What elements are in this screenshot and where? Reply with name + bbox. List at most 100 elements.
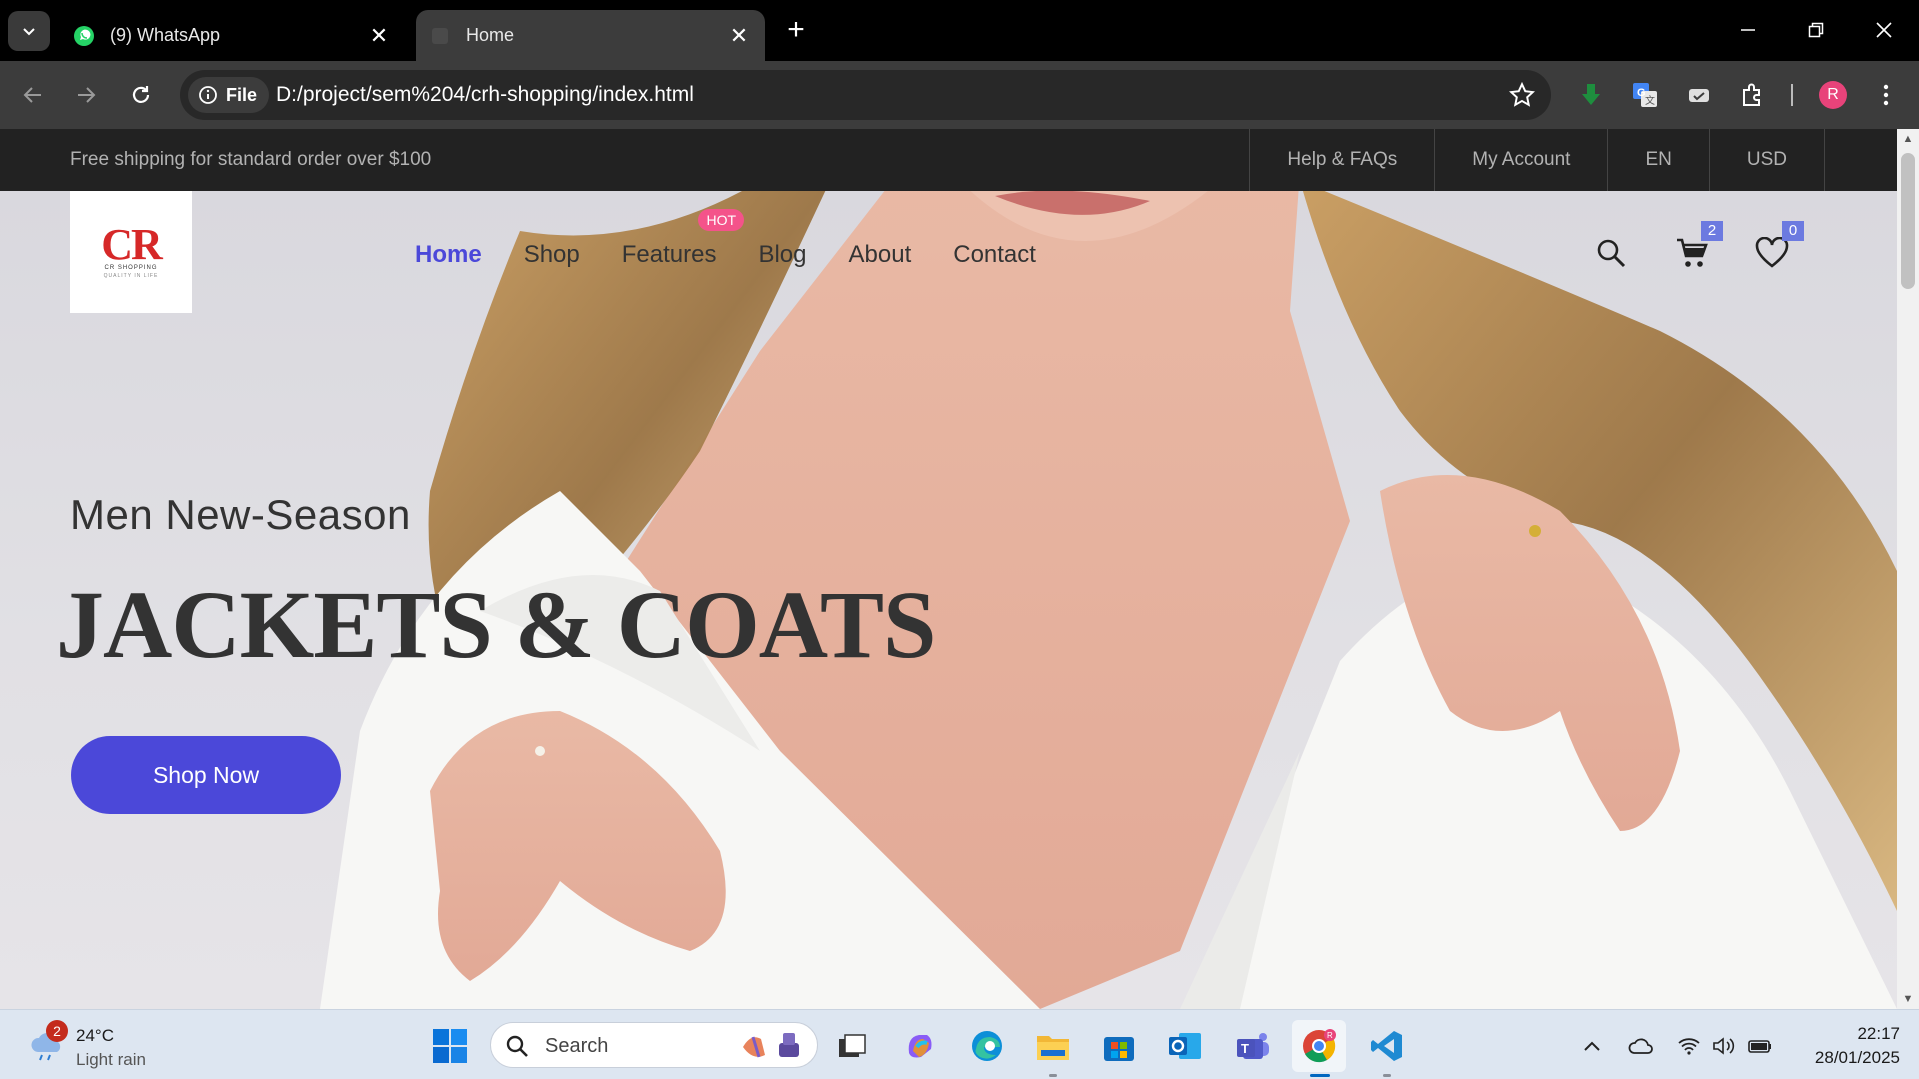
system-clock[interactable]: 22:17 28/01/2025 [1790,1022,1900,1070]
minimize-icon [1741,29,1755,31]
nav-item-blog[interactable]: Blog [758,239,806,271]
currency-selector[interactable]: USD [1708,129,1825,191]
page-icon [428,24,452,48]
google-translate-icon[interactable]: G文 [1629,79,1661,111]
reload-button[interactable] [119,73,163,117]
running-indicator [1049,1074,1057,1077]
vscode-icon[interactable] [1367,1026,1407,1066]
wishlist-count-badge: 0 [1782,221,1804,241]
address-bar[interactable]: File D:/project/sem%204/crh-shopping/ind… [180,70,1551,120]
clock-time: 22:17 [1857,1024,1900,1043]
help-faqs-link[interactable]: Help & FAQs [1249,129,1434,191]
nav-item-home[interactable]: Home [415,239,482,271]
search-icon[interactable] [1591,233,1631,273]
shipping-notice: Free shipping for standard order over $1… [70,149,432,170]
forward-button[interactable] [64,73,108,117]
file-explorer-icon[interactable] [1033,1026,1073,1066]
svg-text:文: 文 [1645,94,1655,107]
battery-icon[interactable] [1746,1032,1774,1060]
search-highlight-icon [743,1033,799,1058]
weather-condition: Light rain [76,1050,146,1069]
url-text[interactable]: D:/project/sem%204/crh-shopping/index.ht… [276,70,694,120]
clock-date: 28/01/2025 [1814,1048,1900,1067]
page-scrollbar[interactable]: ▲ ▼ [1897,129,1919,1009]
shop-now-button[interactable]: Shop Now [71,736,341,814]
new-tab-button[interactable]: + [780,13,812,46]
search-placeholder: Search [545,1035,609,1057]
toolbar-divider [1791,84,1793,106]
chevron-down-icon [23,28,35,36]
browser-toolbar: File D:/project/sem%204/crh-shopping/ind… [0,61,1919,129]
page-viewport: Free shipping for standard order over $1… [0,129,1897,1009]
chip-label: File [226,84,258,105]
back-button[interactable] [11,73,55,117]
copilot-icon[interactable] [900,1026,940,1066]
logo-mark: CR [101,220,163,269]
active-indicator [1310,1074,1330,1077]
scroll-up-arrow-icon[interactable]: ▲ [1897,129,1919,149]
restore-icon [1808,22,1824,38]
wifi-icon[interactable] [1675,1032,1703,1060]
download-extension-icon[interactable] [1575,79,1607,111]
nav-item-features[interactable]: Features [622,239,717,271]
site-info-chip[interactable]: File [188,77,270,113]
whatsapp-icon [72,24,96,48]
chrome-icon[interactable]: R [1292,1020,1346,1072]
edge-icon[interactable] [967,1026,1007,1066]
search-icon [506,1035,528,1057]
main-nav: Home Shop Features Blog About Contact [415,239,1078,271]
logo-name: CR SHOPPING [104,265,158,271]
outlook-icon[interactable] [1165,1026,1205,1066]
profile-avatar[interactable]: R [1819,81,1847,109]
task-view-icon[interactable] [832,1026,872,1066]
close-icon [1876,22,1892,38]
topbar-links: Help & FAQs My Account EN USD [1249,129,1825,191]
close-tab-icon[interactable]: ✕ [365,22,393,50]
weather-temp: 24°C [76,1026,114,1045]
close-tab-icon[interactable]: ✕ [725,22,753,50]
onedrive-cloud-icon[interactable] [1627,1032,1655,1060]
tab-home[interactable]: Home ✕ [416,10,765,61]
extensions-puzzle-icon[interactable] [1737,79,1769,111]
restore-button[interactable] [1786,8,1846,52]
taskbar-search[interactable]: Search [490,1022,818,1068]
hero-subtitle: Men New-Season [70,491,411,538]
site-topbar: Free shipping for standard order over $1… [0,129,1897,191]
info-icon [199,86,217,104]
more-menu-icon[interactable] [1870,79,1902,111]
teams-icon[interactable]: T [1233,1026,1273,1066]
close-window-button[interactable] [1854,8,1914,52]
tab-whatsapp[interactable]: (9) WhatsApp ✕ [60,10,405,61]
my-account-link[interactable]: My Account [1434,129,1607,191]
browser-tabstrip: (9) WhatsApp ✕ Home ✕ + [0,0,1919,61]
minimize-button[interactable] [1718,8,1778,52]
tab-title: (9) WhatsApp [110,25,221,45]
windows-start-icon[interactable] [432,1028,468,1064]
mail-extension-icon[interactable] [1683,79,1715,111]
cart-count-badge: 2 [1701,221,1723,241]
nav-item-contact[interactable]: Contact [953,239,1036,271]
weather-widget[interactable]: 2 24°C Light rain [24,1020,174,1070]
bookmark-star-icon[interactable] [1509,82,1535,108]
chevron-up-icon[interactable] [1578,1032,1606,1060]
site-logo[interactable]: CR CR SHOPPING QUALITY IN LIFE [70,191,192,313]
nav-item-shop[interactable]: Shop [524,239,580,271]
arrow-right-icon [78,87,96,103]
tab-title: Home [466,25,515,45]
store-icon[interactable] [1099,1026,1139,1066]
language-selector[interactable]: EN [1607,129,1708,191]
nav-item-about[interactable]: About [849,239,912,271]
hero-headline: JACKETS & COATS [56,571,936,678]
scroll-down-arrow-icon[interactable]: ▼ [1897,989,1919,1009]
arrow-left-icon [23,87,41,103]
reload-icon [132,86,150,103]
hot-badge: HOT [698,209,745,231]
scrollbar-thumb[interactable] [1901,153,1915,289]
weather-alert-badge: 2 [46,1020,68,1042]
svg-text:T: T [1241,1041,1249,1056]
volume-icon[interactable] [1710,1032,1738,1060]
tab-search-button[interactable] [8,11,50,51]
windows-taskbar: 2 24°C Light rain Search T R 22:17 28/01… [0,1009,1919,1079]
running-indicator [1383,1074,1391,1077]
svg-text:R: R [1327,1031,1333,1040]
